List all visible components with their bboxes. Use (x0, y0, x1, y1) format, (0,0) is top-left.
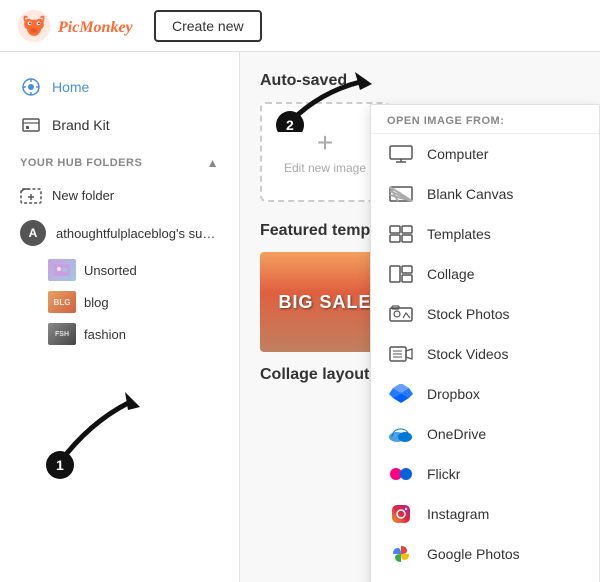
sidebar-brand-kit-label: Brand Kit (52, 117, 110, 133)
instagram-icon (387, 503, 415, 525)
instagram-label: Instagram (427, 506, 489, 522)
sidebar: Home Brand Kit YOUR HUB FOLDERS ▲ (0, 52, 240, 582)
collage-label: Collage (427, 266, 474, 282)
edit-new-image-label: Edit new image (284, 161, 366, 175)
flickr-label: Flickr (427, 466, 460, 482)
dropdown-item-google-drive[interactable]: Google Drive (371, 574, 599, 582)
account-name-label: athoughtfulplaceblog's subf... (56, 226, 219, 241)
dropdown-item-stock-photos[interactable]: Stock Photos (371, 294, 599, 334)
account-folder-item[interactable]: A athoughtfulplaceblog's subf... (0, 212, 239, 254)
subfolder-unsorted[interactable]: Unsorted (48, 254, 239, 286)
sub-folders: Unsorted BLG blog FSH fashion (0, 254, 239, 350)
onedrive-icon (387, 423, 415, 445)
dropdown-header: OPEN IMAGE FROM: (371, 105, 599, 134)
picmonkey-text-logo: PicMonkey (58, 14, 138, 38)
google-photos-label: Google Photos (427, 546, 520, 562)
dropbox-label: Dropbox (427, 386, 480, 402)
autosaved-title: Auto-saved (260, 72, 580, 90)
header: PicMonkey Create new (0, 0, 600, 52)
dropbox-icon (387, 383, 415, 405)
dropdown-item-flickr[interactable]: Flickr (371, 454, 599, 494)
home-icon (20, 76, 42, 98)
brand-kit-icon (20, 114, 42, 136)
templates-icon (387, 223, 415, 245)
dropdown-item-dropbox[interactable]: Dropbox (371, 374, 599, 414)
sidebar-item-brand-kit[interactable]: Brand Kit (0, 106, 239, 144)
templates-label: Templates (427, 226, 491, 242)
new-folder-icon (20, 184, 42, 206)
new-folder-item[interactable]: New folder (0, 178, 239, 212)
blank-canvas-icon (387, 183, 415, 205)
computer-icon (387, 143, 415, 165)
hub-folders-section: YOUR HUB FOLDERS ▲ (0, 144, 239, 178)
blog-label: blog (84, 295, 109, 310)
stock-photos-icon (387, 303, 415, 325)
logo: PicMonkey (16, 8, 138, 44)
dropdown-item-computer[interactable]: Computer (371, 134, 599, 174)
dropdown-item-onedrive[interactable]: OneDrive (371, 414, 599, 454)
dropdown-item-collage[interactable]: Collage (371, 254, 599, 294)
onedrive-label: OneDrive (427, 426, 486, 442)
blank-canvas-label: Blank Canvas (427, 186, 513, 202)
dropdown-item-instagram[interactable]: Instagram (371, 494, 599, 534)
fashion-thumb: FSH (48, 323, 76, 345)
computer-label: Computer (427, 146, 488, 162)
subfolder-blog[interactable]: BLG blog (48, 286, 239, 318)
new-folder-label: New folder (52, 188, 114, 203)
stock-videos-icon (387, 343, 415, 365)
content-area: Auto-saved + Edit new image Featured tem… (240, 52, 600, 582)
chevron-up-icon: ▲ (207, 156, 219, 170)
collage-icon (387, 263, 415, 285)
flickr-icon (387, 463, 415, 485)
create-new-button[interactable]: Create new (154, 10, 262, 42)
main-layout: Home Brand Kit YOUR HUB FOLDERS ▲ (0, 52, 600, 582)
picmonkey-logo-icon (16, 8, 52, 44)
subfolder-fashion[interactable]: FSH fashion (48, 318, 239, 350)
google-photos-icon (387, 543, 415, 565)
avatar: A (20, 220, 46, 246)
blog-thumb: BLG (48, 291, 76, 313)
dropdown-item-stock-videos[interactable]: Stock Videos (371, 334, 599, 374)
hub-folders-label: YOUR HUB FOLDERS (20, 157, 142, 169)
sidebar-home-label: Home (52, 79, 89, 95)
unsorted-thumb (48, 259, 76, 281)
unsorted-label: Unsorted (84, 263, 137, 278)
dropdown-item-templates[interactable]: Templates (371, 214, 599, 254)
svg-text:PicMonkey: PicMonkey (58, 19, 134, 36)
stock-videos-label: Stock Videos (427, 346, 508, 362)
sidebar-item-home[interactable]: Home (0, 68, 239, 106)
big-sale-text: BIG SALE (278, 292, 371, 313)
dropdown-menu: OPEN IMAGE FROM: Computer (370, 104, 600, 582)
dropdown-item-blank-canvas[interactable]: Blank Canvas (371, 174, 599, 214)
stock-photos-label: Stock Photos (427, 306, 510, 322)
fashion-label: fashion (84, 327, 126, 342)
dropdown-item-google-photos[interactable]: Google Photos (371, 534, 599, 574)
plus-icon: + (317, 129, 333, 157)
